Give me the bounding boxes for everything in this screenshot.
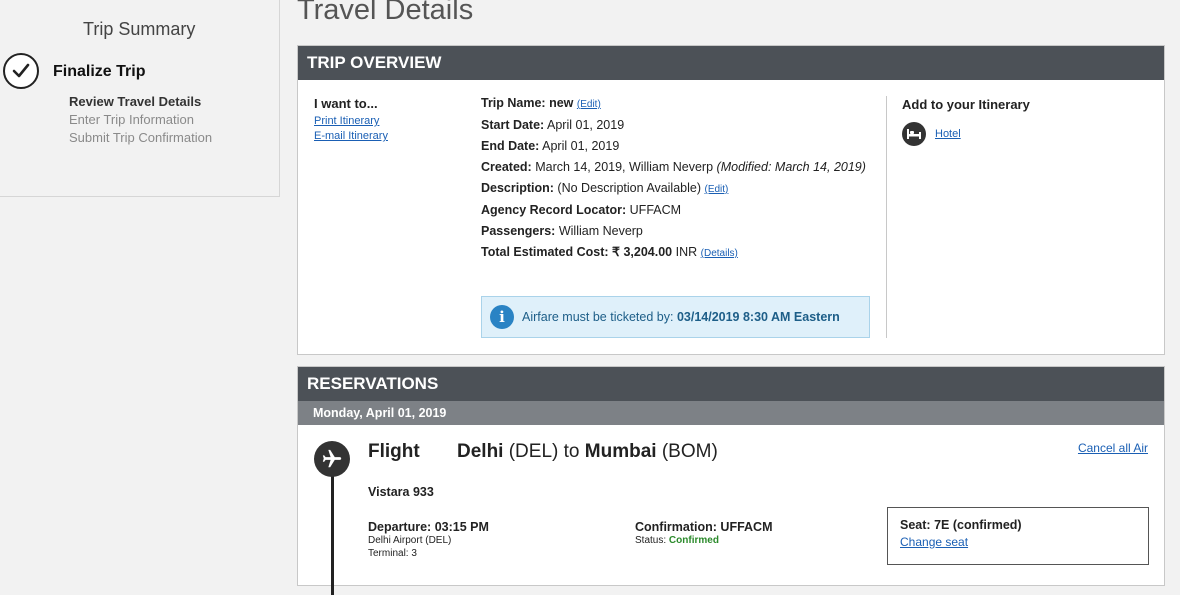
total-cost-amount: ₹ 3,204.00 (612, 245, 673, 259)
email-itinerary-link[interactable]: E-mail Itinerary (314, 129, 388, 144)
seat-box: Seat: 7E (confirmed) Change seat (887, 507, 1149, 565)
substep-enter-trip-information: Enter Trip Information (69, 112, 194, 127)
bed-icon (902, 122, 926, 146)
cost-details-link[interactable]: (Details) (701, 248, 738, 259)
trip-details: Trip Name: new (Edit) Start Date: April … (481, 96, 871, 267)
created-label: Created: (481, 160, 532, 174)
notice-deadline: 03/14/2019 8:30 AM Eastern (676, 310, 840, 324)
checkmark-icon (3, 53, 39, 89)
description-value: (No Description Available) (557, 181, 702, 195)
destination-code: (BOM) (661, 441, 718, 462)
cancel-all-air-link[interactable]: Cancel all Air (1078, 441, 1148, 455)
info-icon: i (490, 305, 514, 329)
created-value: March 14, 2019, William Neverp (535, 160, 714, 174)
total-cost-label: Total Estimated Cost: (481, 245, 609, 259)
trip-overview-header: TRIP OVERVIEW (298, 46, 1164, 80)
notice-text: Airfare must be ticketed by: 03/14/2019 … (522, 310, 840, 324)
locator-value: UFFACM (629, 203, 682, 217)
hotel-link[interactable]: Hotel (935, 128, 961, 140)
departure-terminal: Terminal: 3 (368, 548, 417, 559)
finalize-trip-step: Finalize Trip (53, 63, 146, 80)
departure-label: Departure: (368, 520, 432, 534)
seat-value: 7E (confirmed) (934, 518, 1022, 532)
substep-review-travel-details: Review Travel Details (69, 94, 202, 109)
status-label: Status: (635, 535, 667, 546)
passengers-value: William Neverp (558, 224, 643, 238)
page-title: Travel Details (297, 0, 474, 26)
confirmation-info: Confirmation: UFFACM Status: Confirmed (635, 520, 773, 547)
trip-name-row: Trip Name: new (Edit) (481, 96, 871, 112)
substep-list: Review Travel Details Enter Trip Informa… (69, 93, 212, 147)
trip-summary-title: Trip Summary (83, 19, 196, 39)
destination-city: Mumbai (584, 441, 657, 462)
edit-description-link[interactable]: (Edit) (705, 184, 729, 195)
substep-submit-trip-confirmation: Submit Trip Confirmation (69, 130, 213, 145)
start-date-label: Start Date: (481, 118, 545, 132)
print-itinerary-link[interactable]: Print Itinerary (314, 114, 388, 129)
description-label: Description: (481, 181, 554, 195)
departure-time: 03:15 PM (434, 520, 489, 534)
start-date-value: April 01, 2019 (547, 118, 625, 132)
edit-trip-name-link[interactable]: (Edit) (577, 99, 601, 110)
departure-airport: Delhi Airport (DEL) (368, 535, 452, 546)
ticketing-notice: i Airfare must be ticketed by: 03/14/201… (481, 296, 870, 338)
flight-route: Delhi (DEL) to Mumbai (BOM) (457, 441, 718, 463)
change-seat-link[interactable]: Change seat (900, 535, 1136, 549)
trip-name-value: new (549, 96, 574, 110)
start-date-row: Start Date: April 01, 2019 (481, 118, 871, 133)
locator-label: Agency Record Locator: (481, 203, 627, 217)
total-cost-currency: INR (675, 245, 698, 259)
reservation-date-bar: Monday, April 01, 2019 (298, 401, 1164, 425)
status-row: Status: Confirmed (635, 534, 773, 547)
trip-overview-panel: TRIP OVERVIEW I want to... Print Itinera… (297, 45, 1165, 355)
route-to-word: to (563, 441, 580, 462)
reservations-panel: RESERVATIONS Monday, April 01, 2019 Flig… (297, 366, 1165, 595)
seat-label: Seat: (900, 518, 931, 532)
origin-city: Delhi (457, 441, 504, 462)
add-to-itinerary-title: Add to your Itinerary (902, 97, 1030, 112)
end-date-label: End Date: (481, 139, 540, 153)
end-date-row: End Date: April 01, 2019 (481, 139, 871, 154)
notice-prefix: Airfare must be ticketed by: (522, 310, 674, 324)
passengers-label: Passengers: (481, 224, 556, 238)
origin-code: (DEL) (508, 441, 559, 462)
departure-info: Departure: 03:15 PM Delhi Airport (DEL) … (368, 520, 489, 560)
reservations-header: RESERVATIONS (298, 367, 1164, 401)
actions-column: I want to... Print Itinerary E-mail Itin… (314, 96, 388, 144)
actions-label: I want to... (314, 96, 378, 111)
airplane-icon (314, 441, 350, 477)
passengers-row: Passengers: William Neverp (481, 224, 871, 239)
confirmation-label: Confirmation: (635, 520, 717, 534)
trip-name-label: Trip Name: (481, 96, 546, 110)
add-hotel-item[interactable]: Hotel (902, 122, 961, 146)
created-row: Created: March 14, 2019, William Neverp … (481, 160, 871, 175)
column-divider (886, 96, 887, 338)
locator-row: Agency Record Locator: UFFACM (481, 203, 871, 218)
flight-name: Vistara 933 (368, 485, 434, 499)
status-value: Confirmed (668, 535, 719, 546)
reservation-type: Flight (368, 441, 420, 462)
total-cost-row: Total Estimated Cost: ₹ 3,204.00 INR (De… (481, 245, 871, 261)
sidebar: Trip Summary Finalize Trip Review Travel… (0, 0, 280, 197)
modified-value: (Modified: March 14, 2019) (716, 160, 866, 174)
confirmation-code: UFFACM (720, 520, 773, 534)
end-date-value: April 01, 2019 (542, 139, 620, 153)
description-row: Description: (No Description Available) … (481, 181, 871, 197)
